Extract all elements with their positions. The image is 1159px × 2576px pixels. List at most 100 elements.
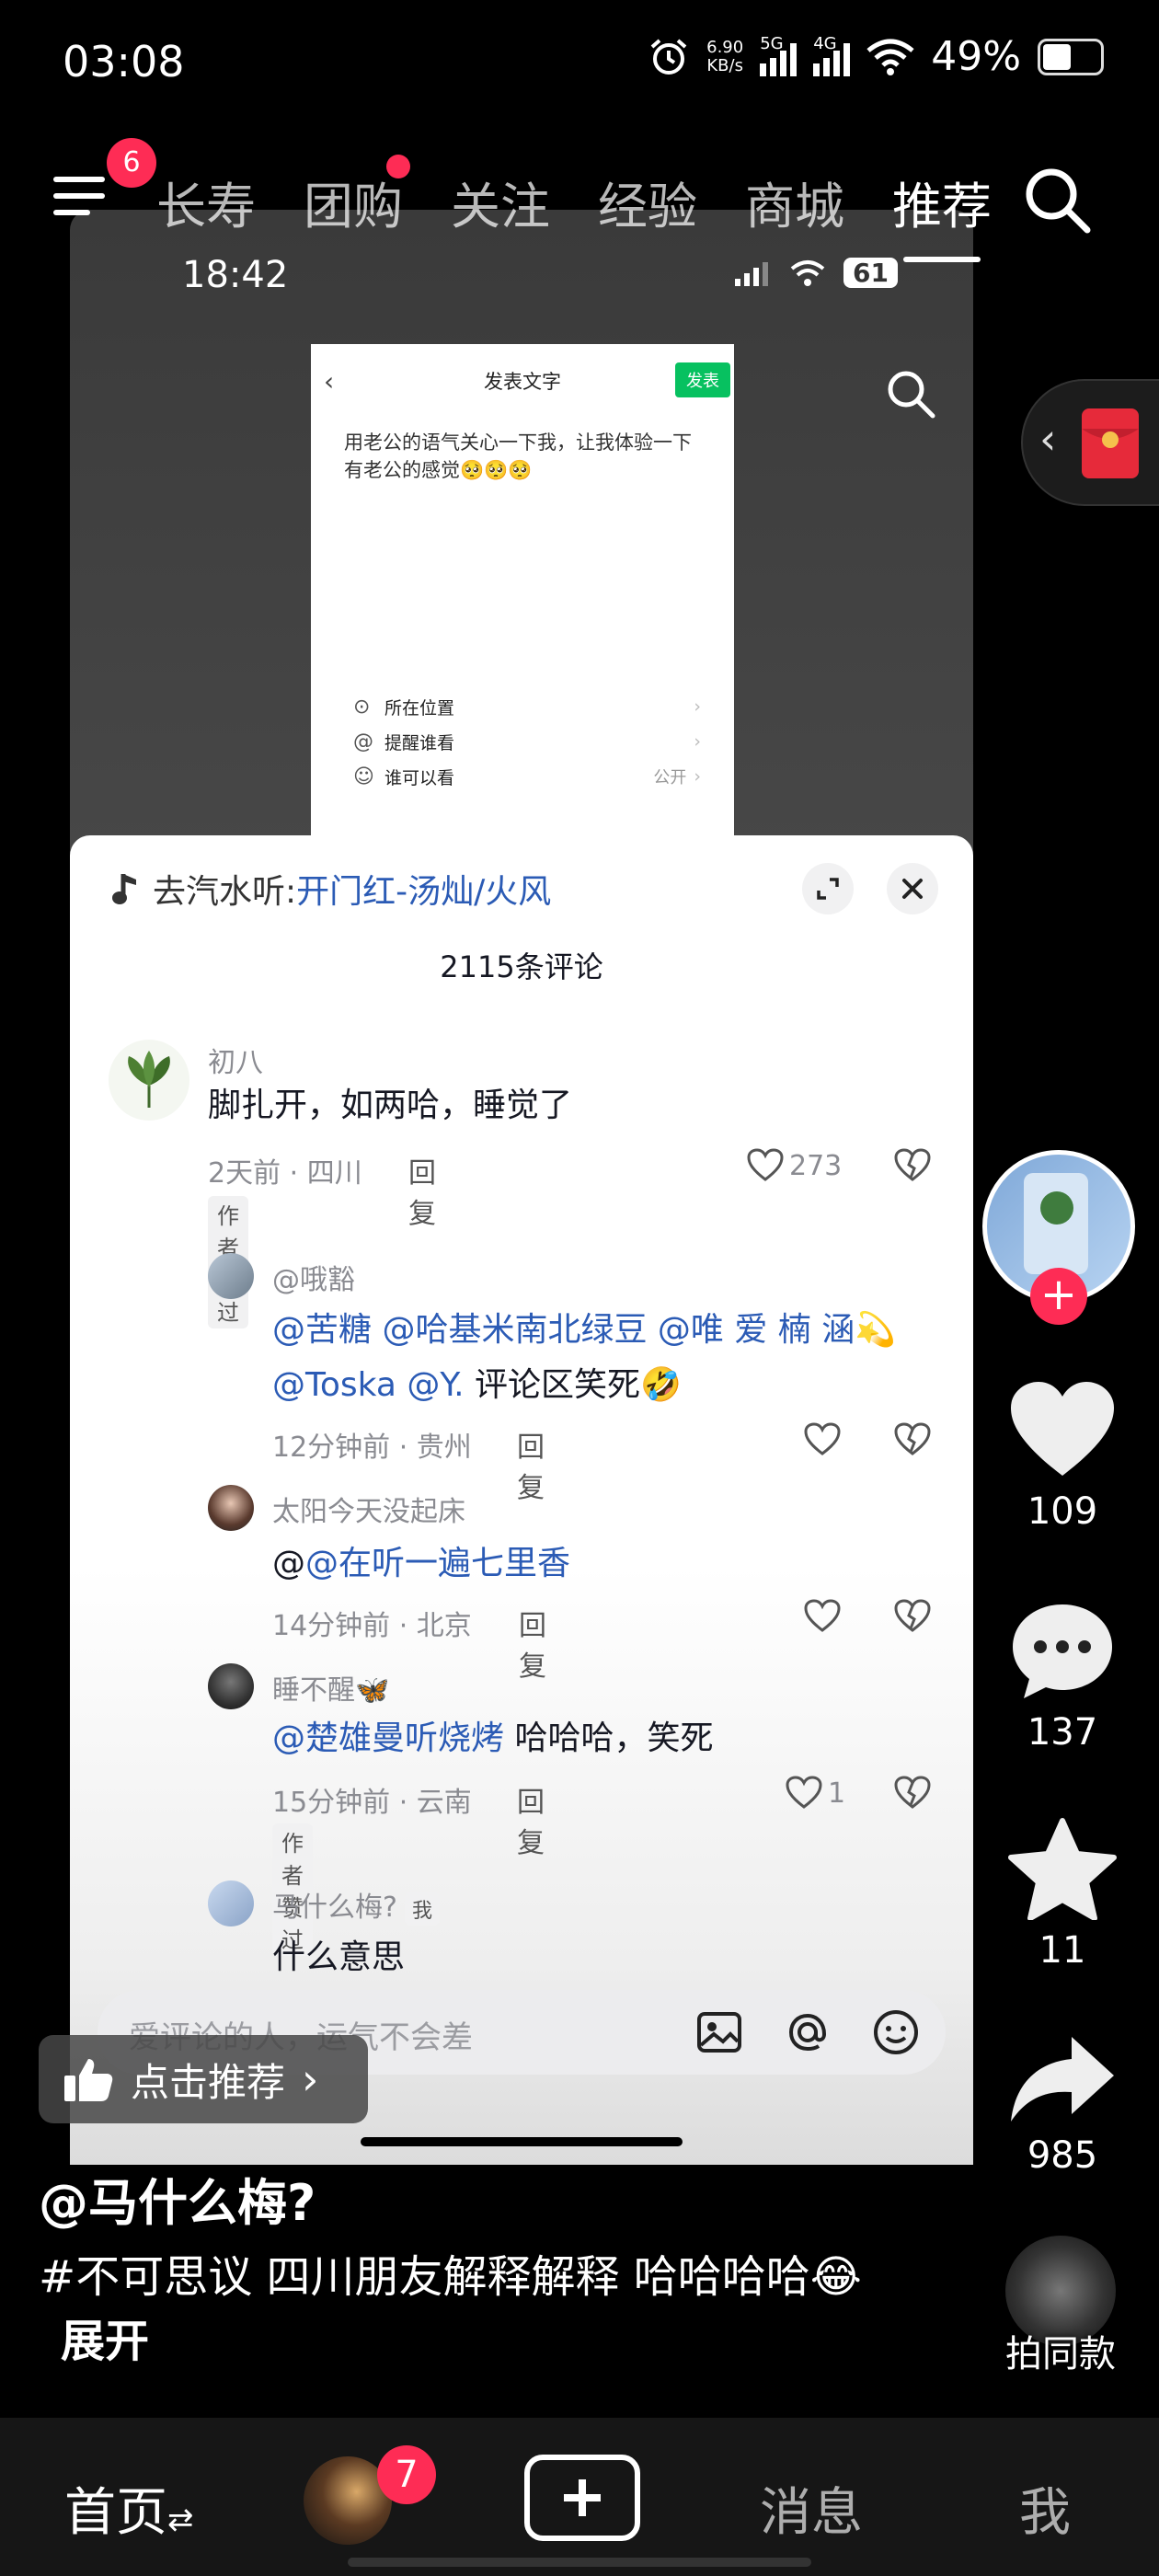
comment-text: 什么意思 — [272, 1938, 406, 1976]
at-icon[interactable] — [782, 2007, 833, 2058]
me-tag: 我 — [404, 1892, 440, 1926]
red-envelope-icon — [1082, 408, 1139, 478]
comment-text: @苦糖 @哈基米南北绿豆 @唯 爱 楠 涵💫 — [272, 1303, 896, 1358]
comment-username[interactable]: 马什么梅? 我 — [272, 1884, 440, 1926]
same-style-label: 拍同款 — [1005, 2333, 1116, 2375]
bottom-nav: 首页⇄ 7 消息 我 — [0, 2418, 1159, 2576]
avatar[interactable] — [109, 1040, 189, 1121]
author-name[interactable]: @马什么梅? — [39, 2162, 316, 2235]
comment-username[interactable]: @哦豁 — [272, 1257, 355, 1297]
reply-button[interactable]: 回复 — [517, 1779, 545, 1860]
tab-experience[interactable]: 经验 — [598, 166, 697, 238]
comment-text: @@在听一遍七里香 — [272, 1545, 571, 1582]
nav-messages[interactable]: 消息 — [760, 2471, 863, 2546]
recommend-chip[interactable]: 点击推荐 › — [39, 2035, 368, 2123]
expand-icon — [817, 878, 839, 900]
comment-like-button[interactable]: 273 — [747, 1148, 842, 1183]
comment-dislike-button[interactable] — [894, 1776, 931, 1814]
comment-dislike-button[interactable] — [894, 1599, 931, 1638]
video-inner-battery: 61 — [843, 258, 898, 288]
emoji: 🤣 — [639, 1366, 682, 1404]
avatar[interactable] — [208, 1880, 254, 1926]
comment-username[interactable]: 睡不醒🦋 — [272, 1667, 389, 1708]
mention-list[interactable]: @Toska @Y. — [272, 1366, 465, 1404]
comment-text: 脚扎开，如两哈，睡觉了 — [208, 1087, 573, 1124]
tab-following[interactable]: 关注 — [451, 166, 550, 238]
expand-caption-button[interactable]: 展开 — [61, 2316, 149, 2367]
share-button[interactable]: 985 — [993, 2033, 1131, 2177]
music-link[interactable]: 去汽水听: 开门红-汤灿/火风 — [110, 865, 551, 913]
at-icon: @ — [353, 730, 373, 753]
mention[interactable]: @在听一遍七里香 — [305, 1545, 570, 1582]
comment-like-button[interactable] — [804, 1422, 841, 1457]
tab-recommend[interactable]: 推荐 — [892, 166, 992, 262]
top-nav: 6 长寿 团购 关注 经验 商城 推荐 — [0, 138, 1159, 262]
screenshot-title: 发表文字 — [484, 371, 561, 393]
image-icon[interactable] — [694, 2007, 745, 2058]
menu-button[interactable] — [53, 177, 109, 223]
broken-heart-icon — [894, 1599, 931, 1632]
search-icon[interactable] — [883, 366, 938, 421]
screenshot-send-button: 发表 — [675, 362, 730, 397]
avatar[interactable] — [208, 1253, 254, 1299]
emoji-icon[interactable] — [870, 2007, 922, 2058]
comment-button[interactable]: 137 — [993, 1601, 1131, 1754]
back-icon: ‹ — [324, 366, 335, 397]
video-inner-status: 61 — [735, 258, 898, 288]
home-indicator — [361, 2137, 683, 2146]
expand-button[interactable] — [802, 863, 854, 914]
comment-text: @楚雄曼听烧烤 哈哈哈，笑死 — [272, 1719, 714, 1757]
avatar[interactable] — [208, 1663, 254, 1709]
butterfly-emoji: 🦋 — [355, 1674, 390, 1707]
mention-list[interactable]: @苦糖 @哈基米南北绿豆 @唯 爱 楠 涵 — [272, 1311, 855, 1349]
status-time: 03:08 — [63, 37, 185, 86]
chevron-left-icon: ‹ — [1039, 414, 1057, 464]
avatar[interactable] — [208, 1485, 254, 1531]
comment-dislike-button[interactable] — [894, 1422, 931, 1461]
comment-meta: 14分钟前 · 北京 — [272, 1610, 472, 1642]
comment-username[interactable]: 初八 — [208, 1040, 263, 1080]
music-prefix: 去汽水听: — [153, 873, 297, 911]
signal-5g-icon: 5G — [760, 34, 798, 76]
close-button[interactable] — [887, 863, 938, 914]
nav-me[interactable]: 我 — [1019, 2471, 1071, 2546]
close-icon — [902, 879, 923, 899]
gesture-bar — [348, 2558, 811, 2567]
follow-button[interactable]: + — [1030, 1268, 1087, 1325]
same-style-button[interactable]: 拍同款 — [992, 2236, 1130, 2377]
alarm-icon — [650, 38, 687, 75]
red-packet-tab[interactable]: ‹ — [1021, 379, 1159, 506]
comment-like-count: 1 — [828, 1777, 846, 1810]
comment-like-button[interactable]: 1 — [786, 1776, 845, 1811]
net-speed: 6.90 KB/s — [706, 37, 744, 75]
nav-home[interactable]: 首页⇄ — [64, 2471, 194, 2546]
tab-group-buy[interactable]: 团购 — [304, 155, 410, 238]
thumbs-up-icon — [64, 2059, 113, 2101]
comment-meta: 15分钟前 · 云南 — [272, 1787, 472, 1819]
reply-button[interactable]: 回复 — [408, 1150, 436, 1231]
heart-outline-icon — [804, 1599, 841, 1632]
reply-button[interactable]: 回复 — [519, 1603, 546, 1684]
tab-bar: 长寿 团购 关注 经验 商城 推荐 — [156, 155, 992, 262]
emoji: 💫 — [855, 1311, 897, 1349]
screenshot-header: ‹ 发表文字 发表 — [311, 344, 734, 418]
create-button[interactable] — [524, 2455, 640, 2541]
tab-mall[interactable]: 商城 — [745, 166, 844, 238]
mention[interactable]: @楚雄曼听烧烤 — [272, 1719, 504, 1757]
comment-meta: 2天前 · 四川 — [208, 1157, 362, 1190]
search-icon[interactable] — [1021, 164, 1095, 237]
like-count: 109 — [1027, 1490, 1098, 1533]
comment-like-button[interactable] — [804, 1599, 841, 1634]
comment-text-line2: @Toska @Y. 评论区笑死🤣 — [272, 1366, 682, 1404]
star-icon — [1008, 1818, 1117, 1921]
person-icon: ☺ — [353, 765, 374, 788]
recommend-label: 点击推荐 — [131, 2059, 286, 2105]
like-button[interactable]: 109 — [993, 1380, 1131, 1533]
broken-heart-icon — [894, 1148, 931, 1181]
comment-dislike-button[interactable] — [894, 1148, 931, 1187]
comment-icon — [1013, 1604, 1112, 1698]
favorite-button[interactable]: 11 — [993, 1817, 1131, 1972]
comment-username[interactable]: 太阳今天没起床 — [272, 1489, 465, 1529]
tab-longevity[interactable]: 长寿 — [156, 166, 256, 238]
reply-button[interactable]: 回复 — [517, 1424, 545, 1505]
